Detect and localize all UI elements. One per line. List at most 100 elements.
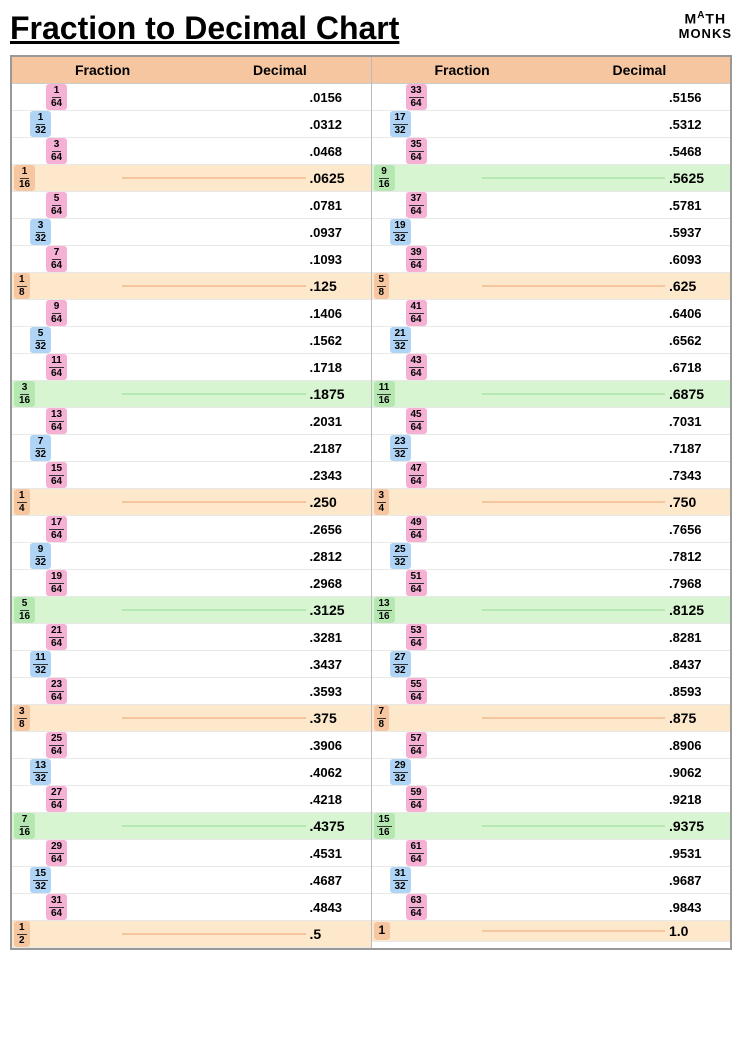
- left-panel: Fraction Decimal 164.0156132.0312364.046…: [12, 57, 372, 948]
- numerator: 23: [393, 436, 408, 449]
- denominator: 64: [49, 800, 64, 812]
- fraction-cell: 1364: [12, 408, 122, 434]
- fraction-box: 532: [30, 327, 51, 353]
- connector-line: [482, 798, 666, 800]
- fraction-box: 3764: [406, 192, 427, 218]
- chart-row: 2964.4531: [12, 840, 371, 867]
- decimal-cell: .0781: [306, 198, 371, 213]
- fraction-box: 2764: [46, 786, 67, 812]
- decimal-cell: .2812: [306, 549, 371, 564]
- fraction-cell: 2564: [12, 732, 122, 758]
- denominator: 2: [17, 935, 27, 947]
- decimal-cell: .625: [665, 278, 730, 294]
- denominator: 64: [409, 638, 424, 650]
- chart-row: 532 .1562: [12, 327, 371, 354]
- fraction-cell: 2164: [12, 624, 122, 650]
- chart-row: 5764.8906: [372, 732, 731, 759]
- connector-line: [122, 150, 306, 152]
- decimal-cell: .125: [306, 278, 371, 294]
- fraction-cell: 4764: [372, 462, 482, 488]
- decimal-cell: .8593: [665, 684, 730, 699]
- decimal-cell: .3125: [306, 602, 371, 618]
- fraction-cell: 18: [12, 273, 122, 299]
- connector-line: [122, 366, 306, 368]
- denominator: 32: [33, 665, 48, 677]
- denominator: 64: [409, 314, 424, 326]
- decimal-cell: .750: [665, 494, 730, 510]
- chart-row: 3964.6093: [372, 246, 731, 273]
- chart-row: 4964.7656: [372, 516, 731, 543]
- numerator: 11: [49, 355, 64, 368]
- denominator: 16: [377, 179, 392, 191]
- decimal-cell: 1.0: [665, 923, 730, 939]
- denominator: 64: [49, 368, 64, 380]
- fraction-box: 4764: [406, 462, 427, 488]
- denominator: 64: [409, 692, 424, 704]
- fraction-cell: 3764: [372, 192, 482, 218]
- fraction-box: 132: [30, 111, 51, 137]
- right-decimal-header: Decimal: [551, 62, 728, 78]
- fraction-box: 916: [374, 165, 395, 191]
- numerator: 47: [409, 463, 424, 476]
- decimal-cell: .5: [306, 926, 371, 942]
- fraction-cell: 332: [12, 219, 122, 245]
- decimal-cell: .0312: [306, 117, 371, 132]
- decimal-cell: .6406: [665, 306, 730, 321]
- denominator: 64: [49, 314, 64, 326]
- chart-row: 1764.2656: [12, 516, 371, 543]
- fraction-cell: 2332: [372, 435, 482, 461]
- denominator: 32: [33, 341, 48, 353]
- fraction-box: 364: [46, 138, 67, 164]
- chart-row: 78.875: [372, 705, 731, 732]
- denominator: 64: [409, 206, 424, 218]
- chart-row: 5564.8593: [372, 678, 731, 705]
- chart-row: 4364.6718: [372, 354, 731, 381]
- connector-line: [482, 663, 666, 665]
- chart-row: 964.1406: [12, 300, 371, 327]
- fraction-cell: 564: [12, 192, 122, 218]
- numerator: 19: [393, 220, 408, 233]
- connector-line: [122, 771, 306, 773]
- decimal-cell: .9375: [665, 818, 730, 834]
- decimal-cell: .5781: [665, 198, 730, 213]
- fraction-cell: 2764: [12, 786, 122, 812]
- denominator: 64: [49, 638, 64, 650]
- fraction-box: 4564: [406, 408, 427, 434]
- fraction-cell: 1932: [372, 219, 482, 245]
- fraction-box: 6164: [406, 840, 427, 866]
- denominator: 8: [377, 719, 387, 731]
- decimal-cell: .4218: [306, 792, 371, 807]
- fraction-cell: 3132: [372, 867, 482, 893]
- numerator: 13: [377, 598, 392, 611]
- denominator: 32: [33, 233, 48, 245]
- decimal-cell: .5156: [665, 90, 730, 105]
- numerator: 21: [393, 328, 408, 341]
- decimal-cell: .1562: [306, 333, 371, 348]
- numerator: 7: [377, 706, 387, 719]
- connector-line: [482, 285, 666, 287]
- connector-line: [122, 555, 306, 557]
- decimal-cell: .4687: [306, 873, 371, 888]
- fraction-cell: 1332: [12, 759, 122, 785]
- chart-row: 3364.5156: [372, 84, 731, 111]
- chart-row: 364.0468: [12, 138, 371, 165]
- fraction-box: 564: [46, 192, 67, 218]
- right-panel: Fraction Decimal 3364.51561732.53123564.…: [372, 57, 731, 948]
- numerator: 25: [393, 544, 408, 557]
- connector-line: [482, 690, 666, 692]
- fraction-box: 2332: [390, 435, 411, 461]
- chart-row: 5964.9218: [372, 786, 731, 813]
- decimal-cell: .6718: [665, 360, 730, 375]
- denominator: 32: [393, 449, 408, 461]
- chart-row: 6364.9843: [372, 894, 731, 921]
- fraction-cell: 516: [12, 597, 122, 623]
- denominator: 64: [49, 152, 64, 164]
- connector-line: [482, 717, 666, 719]
- fraction-cell: 5164: [372, 570, 482, 596]
- fraction-cell: 1532: [12, 867, 122, 893]
- fraction-box: 1164: [46, 354, 67, 380]
- numerator: 1: [52, 85, 62, 98]
- decimal-cell: .4062: [306, 765, 371, 780]
- chart-row: 2764 .4218: [12, 786, 371, 813]
- fraction-cell: 34: [372, 489, 482, 515]
